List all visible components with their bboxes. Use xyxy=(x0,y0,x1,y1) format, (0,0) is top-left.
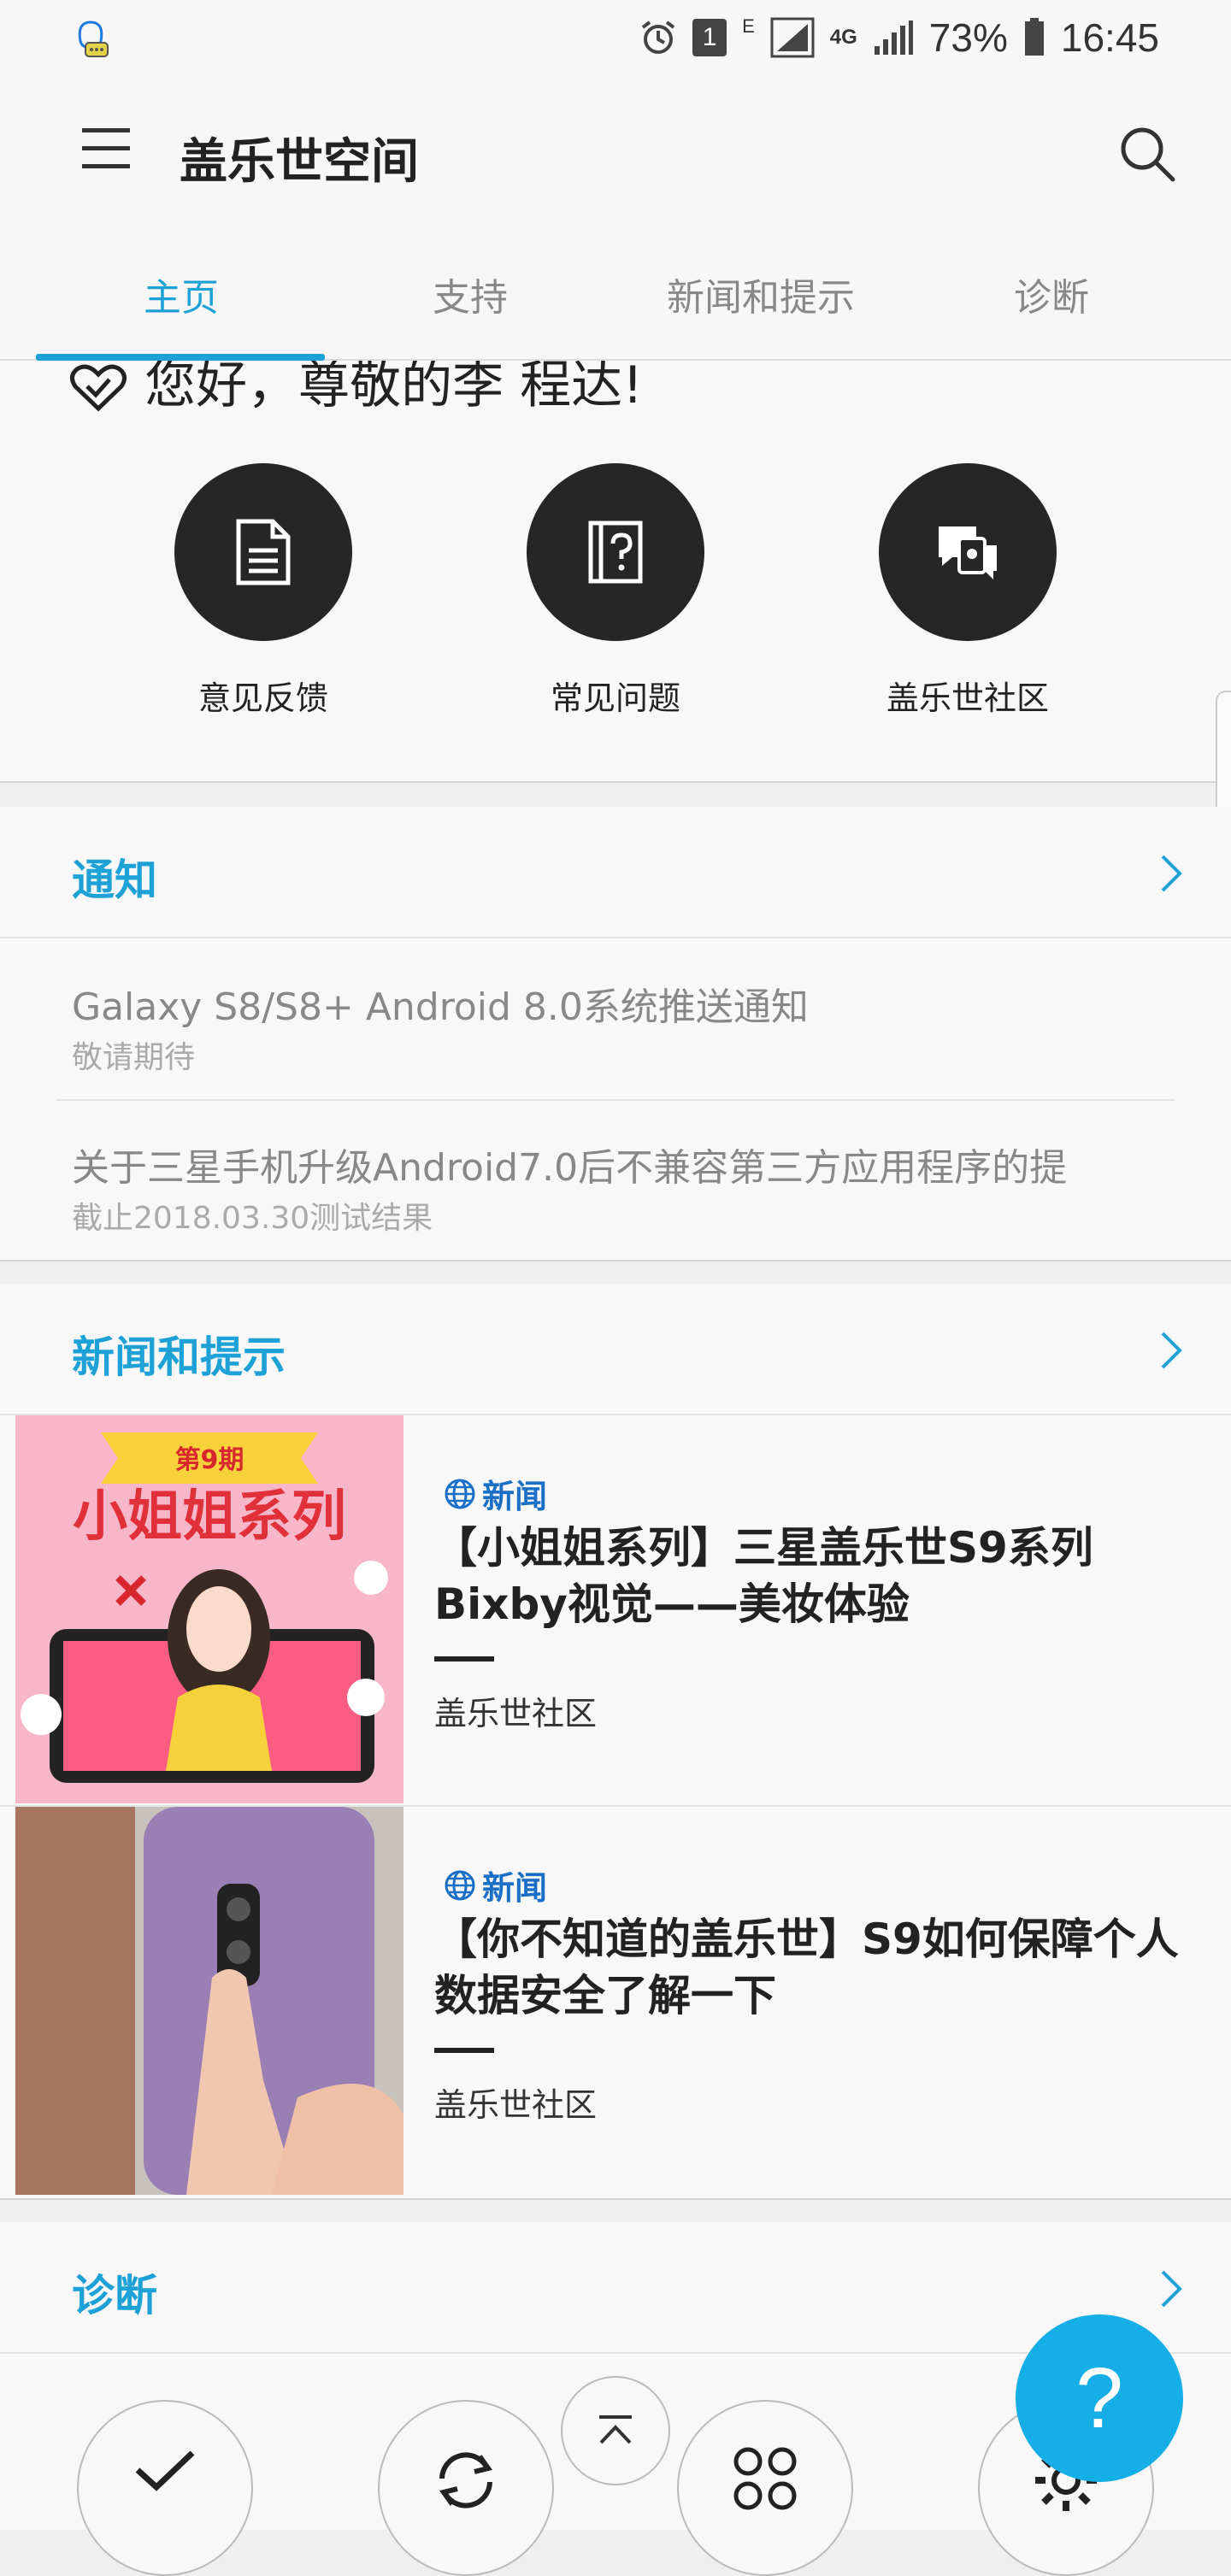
news-tag: 新闻 xyxy=(443,1470,547,1517)
news-item[interactable]: 第9期 小姐姐系列 新闻 【小姐姐系列】三星盖乐世S9系列Bixby视觉——美妆… xyxy=(0,1415,1231,1807)
news-item[interactable]: 新闻 【你不知道的盖乐世】S9如何保障个人数据安全了解一下 盖乐世社区 xyxy=(0,1807,1231,2197)
tab-news-tips[interactable]: 新闻和提示 xyxy=(616,238,906,359)
notification-title: 关于三星手机升级Android7.0后不兼容第三方应用程序的提 xyxy=(72,1146,1068,1190)
greeting: 您好，尊敬的李 程达! xyxy=(68,361,643,418)
divider xyxy=(56,1099,1175,1101)
help-fab[interactable]: ? xyxy=(1016,2314,1183,2482)
signal-icon xyxy=(770,17,815,58)
chevron-right-icon[interactable] xyxy=(1154,2265,1188,2313)
network-type-e: E xyxy=(742,15,755,37)
shortcut-feedback[interactable]: 意见反馈 xyxy=(135,463,392,719)
diagnostic-apps-button[interactable] xyxy=(677,2400,853,2576)
scroll-to-top-button[interactable] xyxy=(561,2376,670,2485)
menu-icon[interactable] xyxy=(82,128,130,179)
signal-bars-icon xyxy=(874,21,913,55)
alarm-icon xyxy=(641,21,675,54)
status-bar: 1 E 4G 73% 16:45 xyxy=(0,0,1231,75)
news-source: 盖乐世社区 xyxy=(434,2086,598,2124)
notification-item[interactable]: 关于三星手机升级Android7.0后不兼容第三方应用程序的提 截止2018.0… xyxy=(0,1099,1231,1260)
notification-item[interactable]: Galaxy S8/S8+ Android 8.0系统推送通知 敬请期待 xyxy=(0,938,1231,1099)
document-icon xyxy=(236,519,291,585)
community-chat-icon xyxy=(939,526,997,579)
news-divider xyxy=(434,1656,494,1661)
svg-text:第9期: 第9期 xyxy=(175,1445,244,1475)
notifications-card: 通知 Galaxy S8/S8+ Android 8.0系统推送通知 敬请期待 … xyxy=(0,807,1231,1262)
globe-icon xyxy=(445,1870,475,1900)
battery-percent: 73% xyxy=(928,15,1008,60)
notification-count-badge: 1 xyxy=(692,19,727,56)
globe-icon xyxy=(445,1479,475,1509)
check-icon xyxy=(135,2450,195,2491)
shortcut-label: 盖乐世社区 xyxy=(886,679,1049,717)
shortcut-faq[interactable]: 常见问题 xyxy=(487,463,744,719)
shortcut-community-circle xyxy=(879,463,1057,641)
news-thumbnail: 第9期 小姐姐系列 xyxy=(15,1415,403,1803)
question-book-icon xyxy=(588,520,643,584)
heart-check-icon xyxy=(70,365,127,412)
diagnostic-sync-button[interactable] xyxy=(378,2400,554,2576)
notification-bubble-icon xyxy=(78,21,109,57)
shortcut-label: 常见问题 xyxy=(550,679,680,717)
news-divider xyxy=(434,2048,494,2053)
news-card: 新闻和提示 第9期 小姐姐系列 新闻 【小姐姐系列】三星盖乐世S9系列Bixby… xyxy=(0,1284,1231,2200)
news-tag-label: 新闻 xyxy=(482,1869,548,1907)
news-tag-label: 新闻 xyxy=(482,1478,548,1515)
sync-icon xyxy=(439,2452,493,2508)
battery-icon xyxy=(1024,18,1044,56)
tab-indicator xyxy=(36,354,325,361)
tab-diagnostics[interactable]: 诊断 xyxy=(906,238,1197,359)
news-tag: 新闻 xyxy=(443,1861,547,1908)
tab-bar: 主页 支持 新闻和提示 诊断 xyxy=(0,238,1231,361)
app-bar: 盖乐世空间 xyxy=(0,75,1231,238)
apps-grid-icon xyxy=(733,2447,797,2510)
notifications-title: 通知 xyxy=(72,856,157,905)
svg-text:小姐姐系列: 小姐姐系列 xyxy=(73,1485,346,1549)
notification-subtitle: 截止2018.03.30测试结果 xyxy=(72,1201,433,1236)
network-type-4g: 4G xyxy=(829,26,857,49)
search-icon[interactable] xyxy=(1115,121,1180,186)
app-title: 盖乐世空间 xyxy=(180,134,419,190)
clock: 16:45 xyxy=(1060,15,1159,60)
news-thumbnail-art: 第9期 小姐姐系列 xyxy=(15,1415,403,1803)
notifications-header[interactable]: 通知 xyxy=(0,807,1231,938)
diagnostic-check-button[interactable] xyxy=(77,2400,253,2576)
shortcut-label: 意见反馈 xyxy=(197,679,328,717)
news-thumbnail xyxy=(15,1807,403,2195)
news-title: 新闻和提示 xyxy=(72,1332,286,1382)
news-item-title: 【小姐姐系列】三星盖乐世S9系列Bixby视觉——美妆体验 xyxy=(434,1523,1093,1629)
chevron-up-icon xyxy=(599,2415,632,2444)
shortcut-feedback-circle xyxy=(174,463,352,641)
notification-subtitle: 敬请期待 xyxy=(72,1040,196,1075)
greeting-text: 您好，尊敬的李 程达! xyxy=(144,361,644,415)
news-header[interactable]: 新闻和提示 xyxy=(0,1284,1231,1415)
tab-home[interactable]: 主页 xyxy=(36,238,327,359)
tab-support[interactable]: 支持 xyxy=(325,238,616,359)
chevron-right-icon[interactable] xyxy=(1154,1326,1188,1374)
news-source: 盖乐世社区 xyxy=(434,1695,598,1732)
diagnostics-title: 诊断 xyxy=(72,2271,157,2320)
shortcut-faq-circle xyxy=(527,463,704,641)
chevron-right-icon[interactable] xyxy=(1154,850,1188,897)
news-thumbnail-art xyxy=(15,1807,403,2195)
shortcut-community[interactable]: 盖乐世社区 xyxy=(839,463,1096,719)
news-item-title: 【你不知道的盖乐世】S9如何保障个人数据安全了解一下 xyxy=(434,1914,1179,2020)
welcome-card: 您好，尊敬的李 程达! 意见反馈 常见问题 盖乐世社区 xyxy=(0,361,1231,783)
notification-title: Galaxy S8/S8+ Android 8.0系统推送通知 xyxy=(72,985,809,1029)
